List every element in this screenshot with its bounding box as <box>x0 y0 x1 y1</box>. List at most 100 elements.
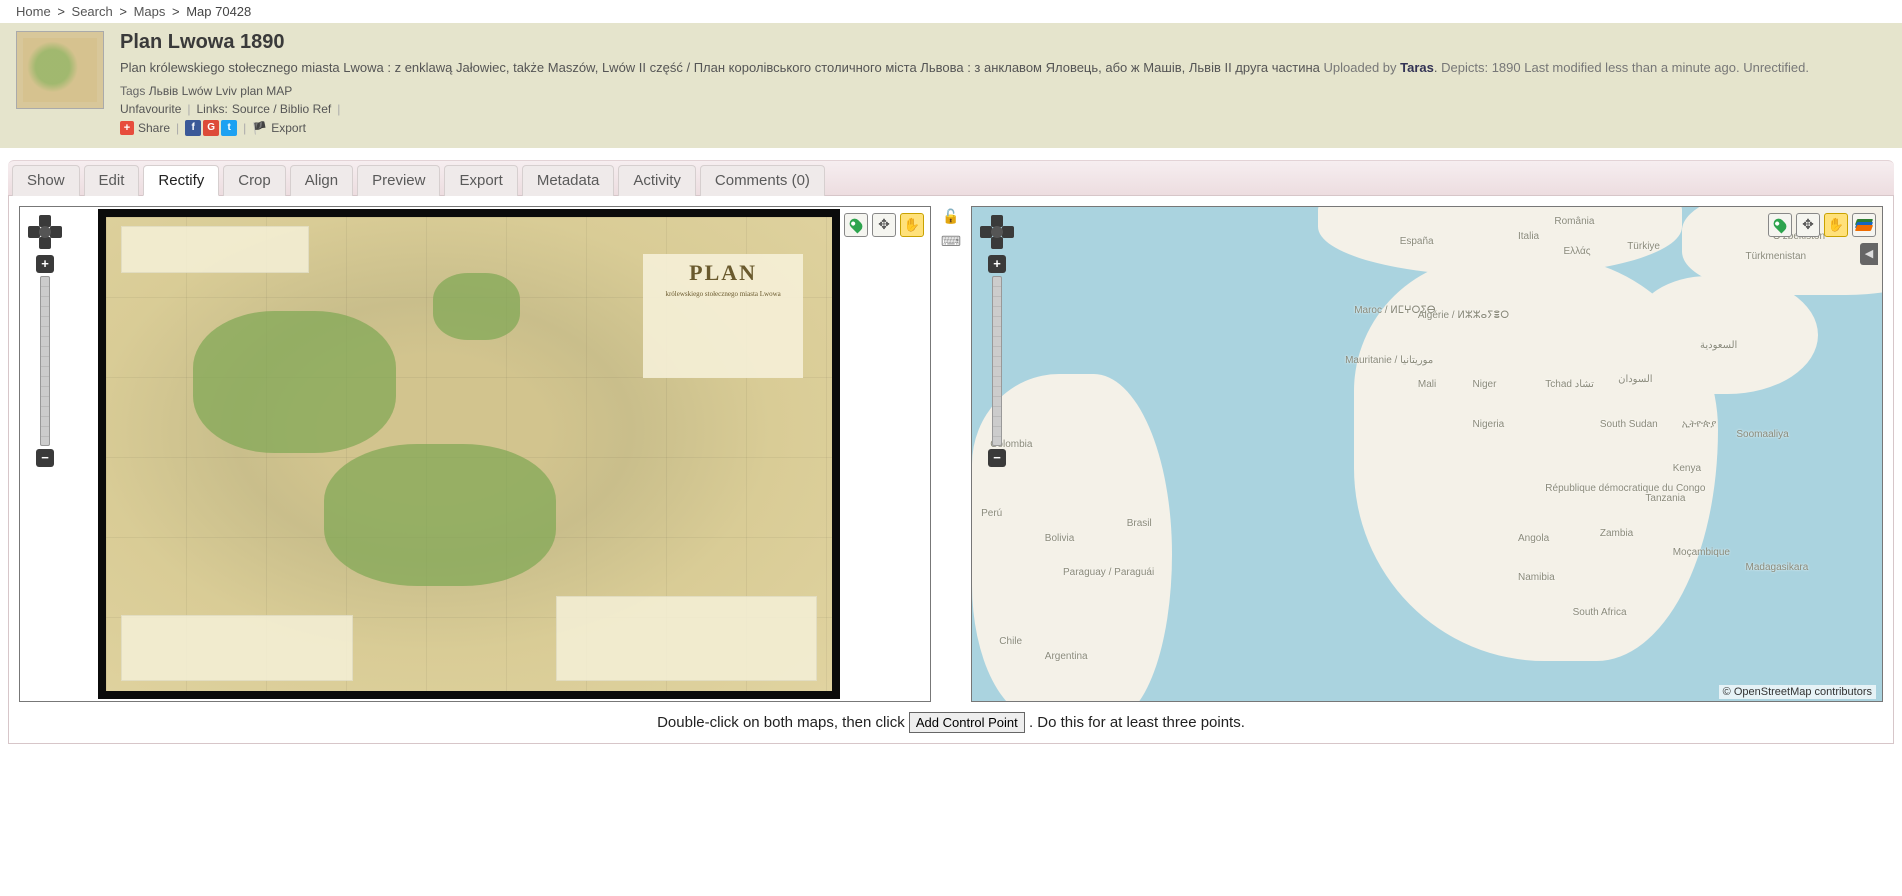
map-label: România <box>1554 216 1594 227</box>
marker-icon <box>1772 216 1789 233</box>
zoom-slider[interactable] <box>40 276 50 446</box>
reference-toolbar: ✥ ✋ <box>1768 213 1876 237</box>
source-link[interactable]: Source / Biblio Ref <box>232 102 331 116</box>
map-description: Plan królewskiego stołecznego miasta Lwo… <box>120 60 1320 75</box>
tags-label: Tags <box>120 84 145 98</box>
pan-center-button[interactable] <box>39 226 51 238</box>
map-label: South Africa <box>1573 607 1627 618</box>
map-label: Nigeria <box>1473 419 1505 430</box>
add-point-tool[interactable] <box>1768 213 1792 237</box>
map-label: Mauritanie / موريتانيا <box>1345 355 1433 366</box>
add-control-point-button[interactable]: Add Control Point <box>909 712 1025 733</box>
zoom-in-button[interactable]: + <box>36 255 54 273</box>
map-thumbnail[interactable] <box>16 31 104 109</box>
pan-tool[interactable]: ✋ <box>1824 213 1848 237</box>
map-label: Bolivia <box>1045 533 1074 544</box>
map-label: Moçambique <box>1673 547 1730 558</box>
zoom-slider[interactable] <box>992 276 1002 446</box>
reference-nav-controls: + − <box>980 215 1014 467</box>
pan-right-button[interactable] <box>1002 226 1014 238</box>
scanned-map-image: PLAN królewskiego stołecznego miasta Lwo… <box>98 209 840 699</box>
tab-show[interactable]: Show <box>12 165 80 196</box>
map-label: Paraguay / Paraguái <box>1063 567 1154 578</box>
tab-align[interactable]: Align <box>290 165 353 196</box>
marker-icon <box>848 216 865 233</box>
tab-preview[interactable]: Preview <box>357 165 440 196</box>
pan-control <box>980 215 1014 249</box>
uploader-link[interactable]: Taras <box>1400 60 1434 75</box>
map-cartouche-subtitle: królewskiego stołecznego miasta Lwowa <box>665 290 780 299</box>
breadcrumb-search[interactable]: Search <box>72 4 113 19</box>
hand-icon: ✋ <box>904 217 920 233</box>
zoom-out-button[interactable]: − <box>988 449 1006 467</box>
keyboard-shortcuts-button[interactable]: ⌨ <box>941 233 961 250</box>
tab-bar: Show Edit Rectify Crop Align Preview Exp… <box>8 160 1894 196</box>
map-label: Soomaaliya <box>1736 429 1788 440</box>
tab-activity[interactable]: Activity <box>618 165 696 196</box>
map-label: Niger <box>1473 379 1497 390</box>
twitter-icon[interactable]: t <box>221 120 237 136</box>
pan-control <box>28 215 62 249</box>
facebook-icon[interactable]: f <box>185 120 201 136</box>
google-icon[interactable]: G <box>203 120 219 136</box>
source-toolbar: ✥ ✋ <box>844 213 924 237</box>
map-label: España <box>1400 236 1434 247</box>
pan-down-button[interactable] <box>991 237 1003 249</box>
map-label: Madagasikara <box>1746 562 1809 573</box>
add-point-tool[interactable] <box>844 213 868 237</box>
source-nav-controls: + − <box>28 215 62 467</box>
export-icon: 🏴 <box>252 121 267 135</box>
tab-metadata[interactable]: Metadata <box>522 165 615 196</box>
instruction-text: Double-click on both maps, then click Ad… <box>19 712 1883 733</box>
tags-list[interactable]: Львів Lwów Lviv plan MAP <box>149 84 293 98</box>
tab-crop[interactable]: Crop <box>223 165 286 196</box>
pan-center-button[interactable] <box>991 226 1003 238</box>
uploaded-by-label: Uploaded by <box>1324 60 1397 75</box>
move-point-tool[interactable]: ✥ <box>1796 213 1820 237</box>
map-label: Mali <box>1418 379 1436 390</box>
header-export-link[interactable]: Export <box>271 121 306 135</box>
share-link[interactable]: Share <box>138 121 170 135</box>
pan-up-button[interactable] <box>991 215 1003 227</box>
map-label: Angola <box>1518 533 1549 544</box>
zoom-out-button[interactable]: − <box>36 449 54 467</box>
tab-export[interactable]: Export <box>444 165 517 196</box>
map-label: Argentina <box>1045 651 1088 662</box>
map-label: Namibia <box>1518 572 1555 583</box>
last-modified-label: Last modified less than a minute ago. <box>1524 60 1739 75</box>
move-point-tool[interactable]: ✥ <box>872 213 896 237</box>
rectify-panel: + − ✥ ✋ PLAN <box>8 196 1894 744</box>
reference-map[interactable]: + − ✥ ✋ ◀ España Italia România <box>971 206 1883 702</box>
source-map[interactable]: + − ✥ ✋ PLAN <box>19 206 931 702</box>
pan-right-button[interactable] <box>50 226 62 238</box>
map-label: Türkmenistan <box>1746 251 1807 262</box>
breadcrumb-current: Map 70428 <box>186 4 251 19</box>
base-layer-tool[interactable] <box>1852 213 1876 237</box>
hand-icon: ✋ <box>1828 217 1844 233</box>
tab-rectify[interactable]: Rectify <box>143 165 219 196</box>
breadcrumb-home[interactable]: Home <box>16 4 51 19</box>
map-label: Ελλάς <box>1564 246 1591 257</box>
pan-tool[interactable]: ✋ <box>900 213 924 237</box>
map-cartouche-title: PLAN <box>689 260 757 286</box>
map-label: Tanzania <box>1645 493 1685 504</box>
breadcrumb: Home > Search > Maps > Map 70428 <box>0 0 1902 23</box>
tab-comments[interactable]: Comments (0) <box>700 165 825 196</box>
unfavourite-link[interactable]: Unfavourite <box>120 102 181 116</box>
lock-maps-button[interactable]: 🔓 <box>942 208 959 225</box>
breadcrumb-maps[interactable]: Maps <box>134 4 166 19</box>
move-icon: ✥ <box>1802 216 1814 233</box>
rectify-status: Unrectified. <box>1743 60 1809 75</box>
zoom-in-button[interactable]: + <box>988 255 1006 273</box>
layer-switcher-toggle[interactable]: ◀ <box>1860 243 1878 265</box>
addthis-icon[interactable]: + <box>120 121 134 135</box>
map-label: Zambia <box>1600 528 1633 539</box>
map-label: السودان <box>1618 374 1653 385</box>
layers-icon <box>1856 219 1872 231</box>
map-label: Algérie / ⵍⵣⵣⴰⵢⴻⵔ <box>1418 310 1509 321</box>
tab-edit[interactable]: Edit <box>84 165 140 196</box>
map-label: Chile <box>999 636 1022 647</box>
pan-down-button[interactable] <box>39 237 51 249</box>
map-label: Brasil <box>1127 518 1152 529</box>
pan-up-button[interactable] <box>39 215 51 227</box>
